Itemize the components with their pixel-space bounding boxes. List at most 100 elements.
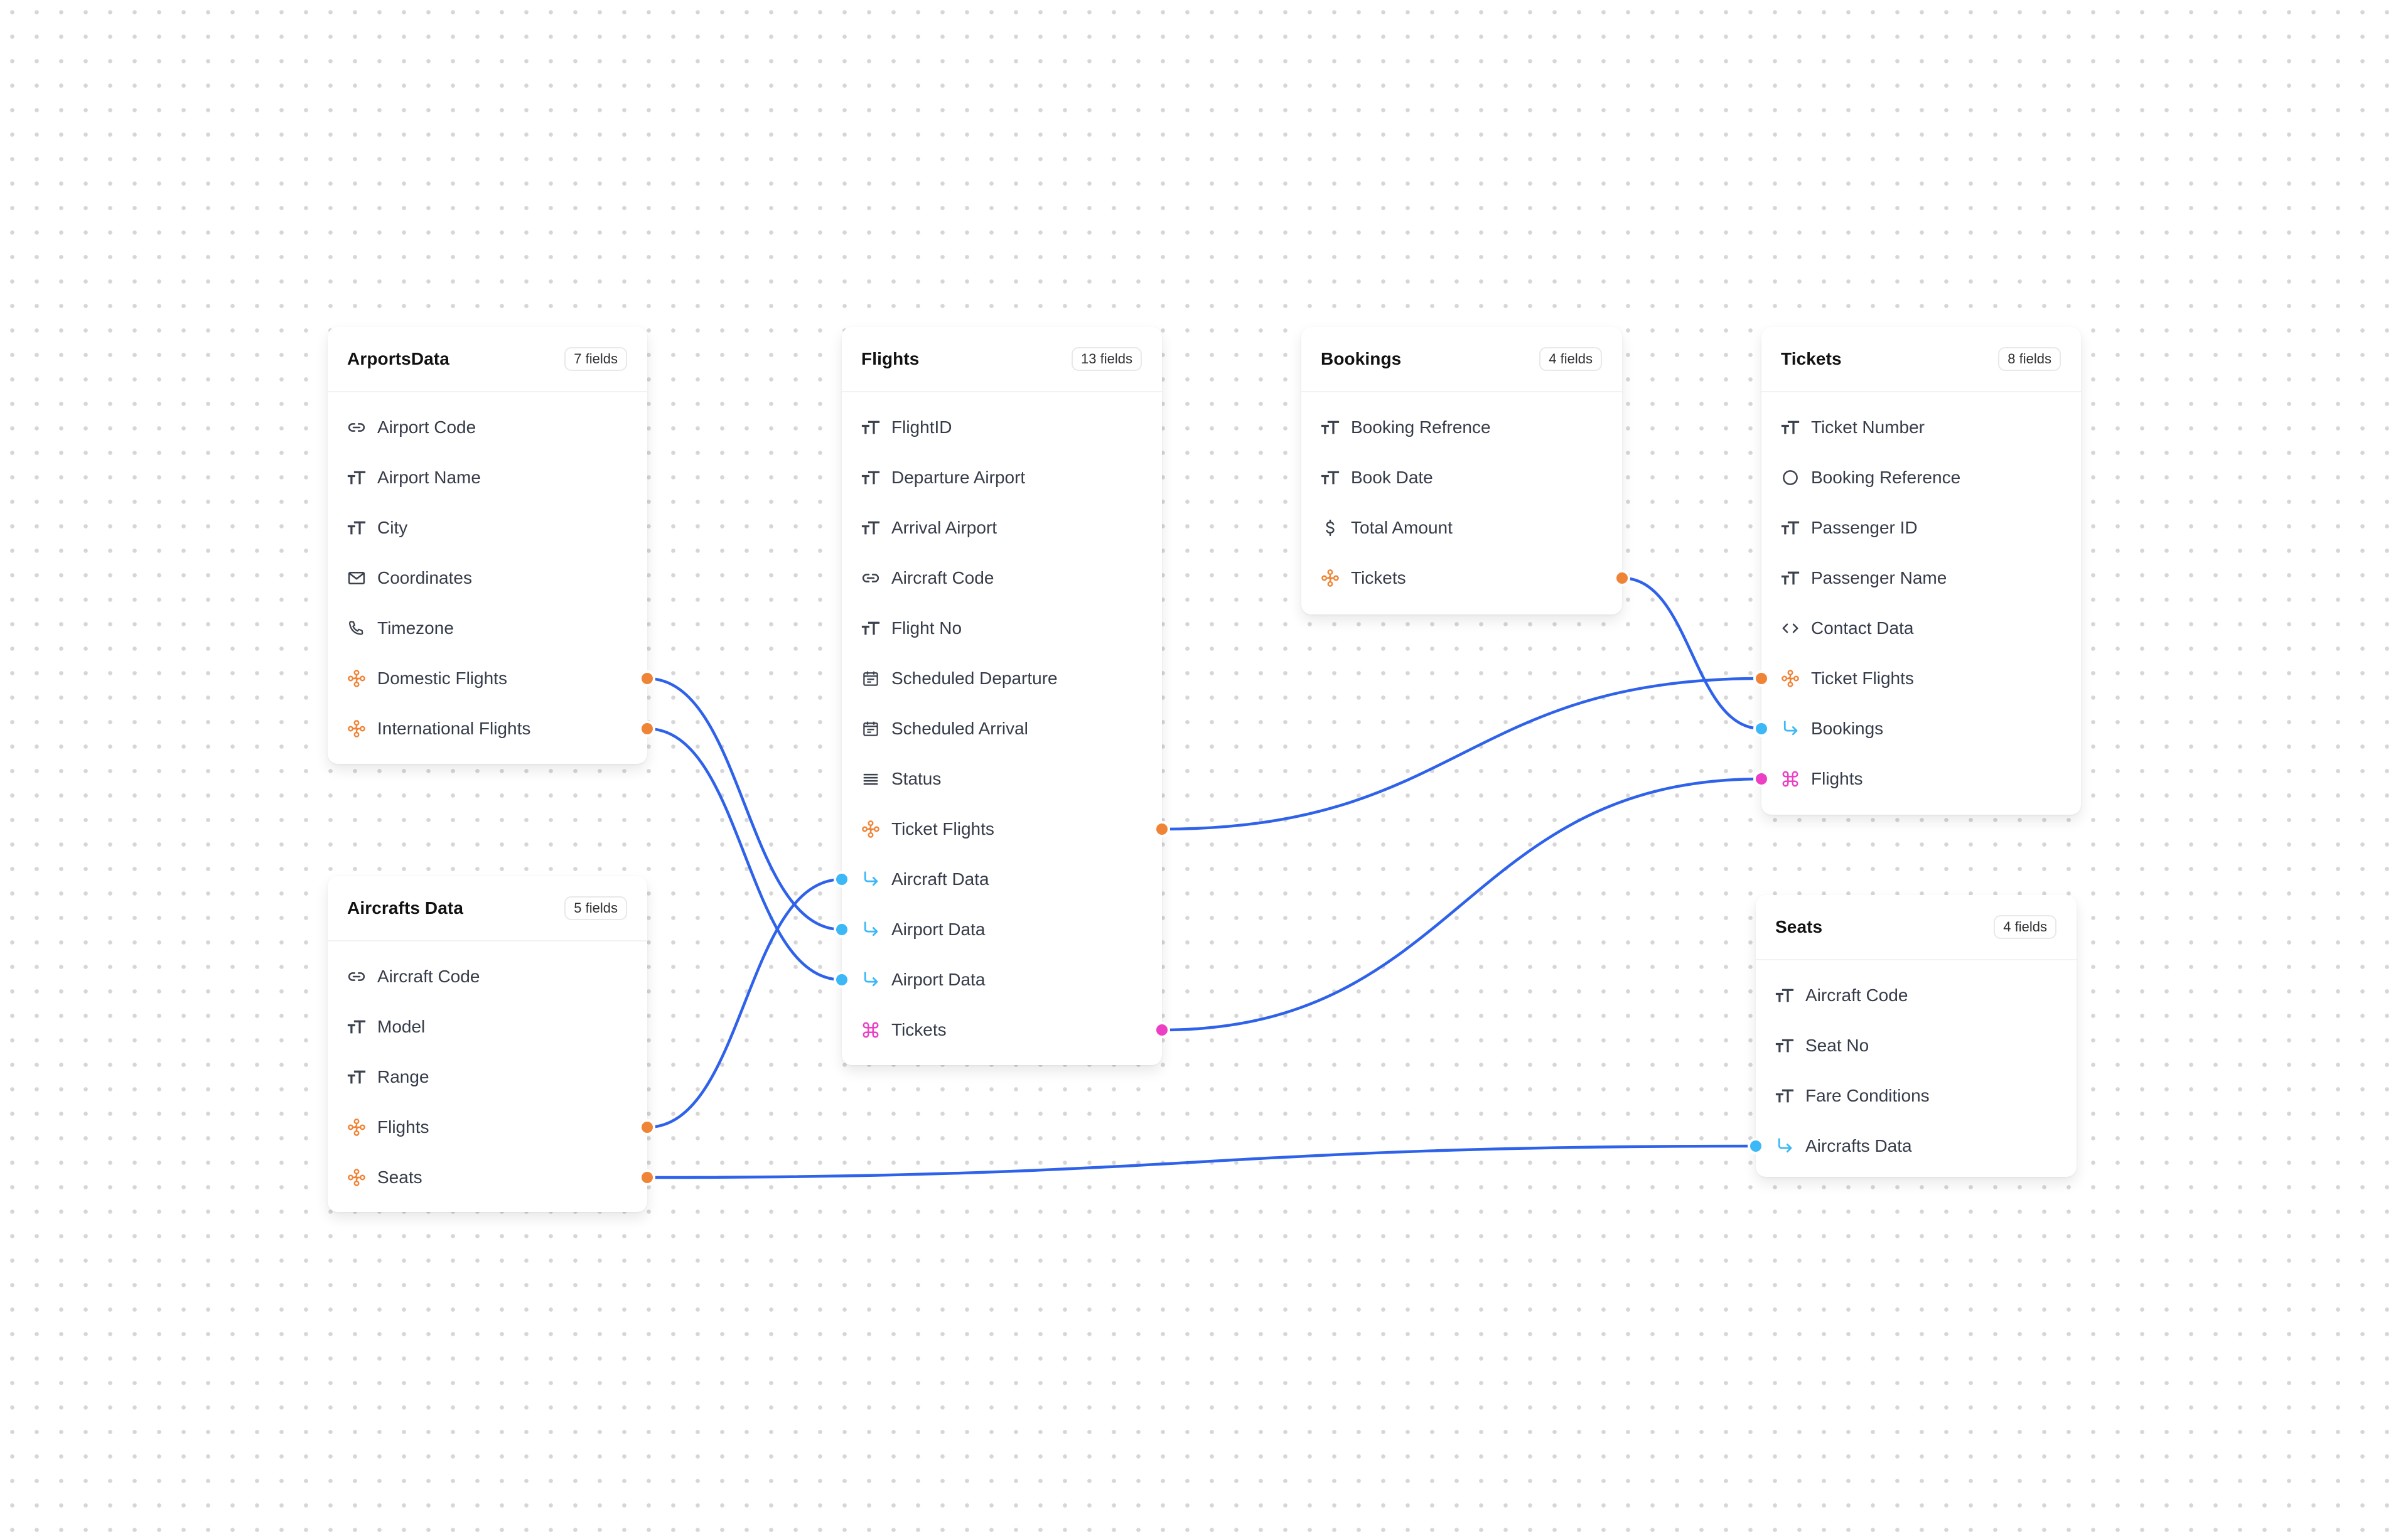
table-card-flights[interactable]: Flights 13 fields FlightID Departure Airpor… [836, 327, 1168, 1065]
text-type-icon [1780, 568, 1800, 588]
field-list: Aircraft Code Model Range Flights Seats [328, 941, 653, 1203]
field-row[interactable]: International Flights [328, 704, 653, 754]
field-label: Flights [1811, 769, 1863, 788]
table-title: Bookings [1321, 349, 1402, 368]
field-label: Arrival Airport [891, 518, 997, 537]
field-row[interactable]: Scheduled Departure [842, 653, 1162, 704]
table-title: Aircrafts Data [347, 898, 464, 918]
reference-arrow-icon [1780, 719, 1800, 739]
command-icon [861, 1020, 881, 1040]
field-row[interactable]: Aircraft Data [836, 854, 1162, 904]
phone-icon [347, 618, 367, 638]
table-card-seats[interactable]: Seats 4 fields Aircraft Code Seat No Fare Co… [1750, 895, 2077, 1177]
field-row[interactable]: Flight No [842, 603, 1162, 653]
relation-icon [347, 1167, 367, 1188]
calendar-icon [861, 668, 881, 689]
field-row[interactable]: Coordinates [328, 553, 647, 603]
edge-aircrafts-to-flights[interactable] [645, 877, 844, 1129]
connection-handle[interactable] [1156, 1024, 1168, 1036]
field-label: City [377, 518, 408, 537]
field-row[interactable]: Range [328, 1052, 647, 1102]
edge-bookings-to-tickets[interactable] [1620, 576, 1763, 731]
table-title: Tickets [1781, 349, 1842, 368]
connection-handle[interactable] [1756, 673, 1767, 684]
field-list: Airport Code Airport Name City Coordinates T… [328, 392, 653, 754]
field-row[interactable]: Airport Data [836, 955, 1162, 1005]
connection-handle[interactable] [1750, 1140, 1761, 1152]
connection-handle[interactable] [642, 723, 653, 734]
field-row[interactable]: Status [842, 754, 1162, 804]
field-row[interactable]: Aircraft Code [1756, 970, 2077, 1021]
field-label: Flight No [891, 618, 962, 638]
connection-handle[interactable] [642, 673, 653, 684]
edge-arports-to-flights[interactable] [645, 677, 844, 931]
connection-handle[interactable] [1756, 773, 1767, 785]
table-header[interactable]: Flights 13 fields [842, 327, 1162, 392]
field-row[interactable]: Ticket Flights [842, 804, 1168, 854]
connection-handle[interactable] [836, 874, 847, 885]
table-header[interactable]: Seats 4 fields [1756, 895, 2077, 960]
edge-flights-to-tickets[interactable] [1160, 677, 1763, 831]
connection-handle[interactable] [642, 1172, 653, 1183]
connection-handle[interactable] [642, 1122, 653, 1133]
edge-flights-to-tickets[interactable] [1160, 777, 1763, 1032]
field-row[interactable]: Timezone [328, 603, 647, 653]
field-row[interactable]: Arrival Airport [842, 503, 1162, 553]
field-count-badge: 8 fields [1998, 347, 2061, 371]
field-row[interactable]: Book Date [1301, 453, 1622, 503]
field-row[interactable]: Ticket Number [1761, 402, 2081, 453]
field-row[interactable]: Scheduled Arrival [842, 704, 1162, 754]
table-card-bookings[interactable]: Bookings 4 fields Booking Refrence Book Dat… [1301, 327, 1628, 614]
text-type-icon [1320, 417, 1340, 437]
field-label: Timezone [377, 618, 454, 638]
field-row[interactable]: Bookings [1756, 704, 2081, 754]
field-row[interactable]: Airport Code [328, 402, 647, 453]
field-row[interactable]: Passenger ID [1761, 503, 2081, 553]
relation-icon [347, 719, 367, 739]
field-label: Model [377, 1017, 426, 1036]
field-row[interactable]: Passenger Name [1761, 553, 2081, 603]
field-label: Aircraft Data [891, 869, 989, 889]
field-row[interactable]: Model [328, 1002, 647, 1052]
field-row[interactable]: FlightID [842, 402, 1162, 453]
edge-aircrafts-to-seats[interactable] [645, 1144, 1758, 1179]
table-header[interactable]: Aircrafts Data 5 fields [328, 876, 647, 941]
connection-handle[interactable] [1756, 723, 1767, 734]
field-row[interactable]: Booking Reference [1761, 453, 2081, 503]
field-row[interactable]: Flights [1756, 754, 2081, 804]
field-row[interactable]: Domestic Flights [328, 653, 653, 704]
field-row[interactable]: Departure Airport [842, 453, 1162, 503]
field-row[interactable]: Seat No [1756, 1021, 2077, 1071]
field-row[interactable]: Fare Conditions [1756, 1071, 2077, 1121]
field-label: Book Date [1351, 468, 1433, 487]
table-header[interactable]: ArportsData 7 fields [328, 327, 647, 392]
field-row[interactable]: City [328, 503, 647, 553]
table-card-aircrafts[interactable]: Aircrafts Data 5 fields Aircraft Code Model… [328, 876, 653, 1212]
field-row[interactable]: Contact Data [1761, 603, 2081, 653]
field-row[interactable]: Aircraft Code [328, 952, 647, 1002]
field-row[interactable]: Ticket Flights [1756, 653, 2081, 704]
field-label: Seats [377, 1167, 422, 1187]
connection-handle[interactable] [836, 974, 847, 985]
field-label: Status [891, 769, 942, 788]
connection-handle[interactable] [1616, 572, 1628, 584]
field-row[interactable]: Seats [328, 1152, 653, 1203]
field-row[interactable]: Aircraft Code [842, 553, 1162, 603]
field-row[interactable]: Aircrafts Data [1750, 1121, 2077, 1171]
edge-arports-to-flights[interactable] [645, 727, 844, 982]
field-row[interactable]: Tickets [1301, 553, 1628, 603]
field-row[interactable]: Total Amount [1301, 503, 1622, 553]
table-card-tickets[interactable]: Tickets 8 fields Ticket Number Booking Refe… [1756, 327, 2081, 815]
connection-handle[interactable] [1156, 823, 1168, 835]
table-card-arports[interactable]: ArportsData 7 fields Airport Code Airport N… [328, 327, 653, 764]
field-row[interactable]: Airport Data [836, 904, 1162, 955]
field-row[interactable]: Booking Refrence [1301, 402, 1622, 453]
field-row[interactable]: Flights [328, 1102, 653, 1152]
field-count-badge: 7 fields [564, 347, 627, 371]
table-header[interactable]: Tickets 8 fields [1761, 327, 2081, 392]
field-label: Airport Code [377, 417, 476, 437]
field-row[interactable]: Airport Name [328, 453, 647, 503]
connection-handle[interactable] [836, 924, 847, 935]
field-row[interactable]: Tickets [842, 1005, 1168, 1055]
table-header[interactable]: Bookings 4 fields [1301, 327, 1622, 392]
